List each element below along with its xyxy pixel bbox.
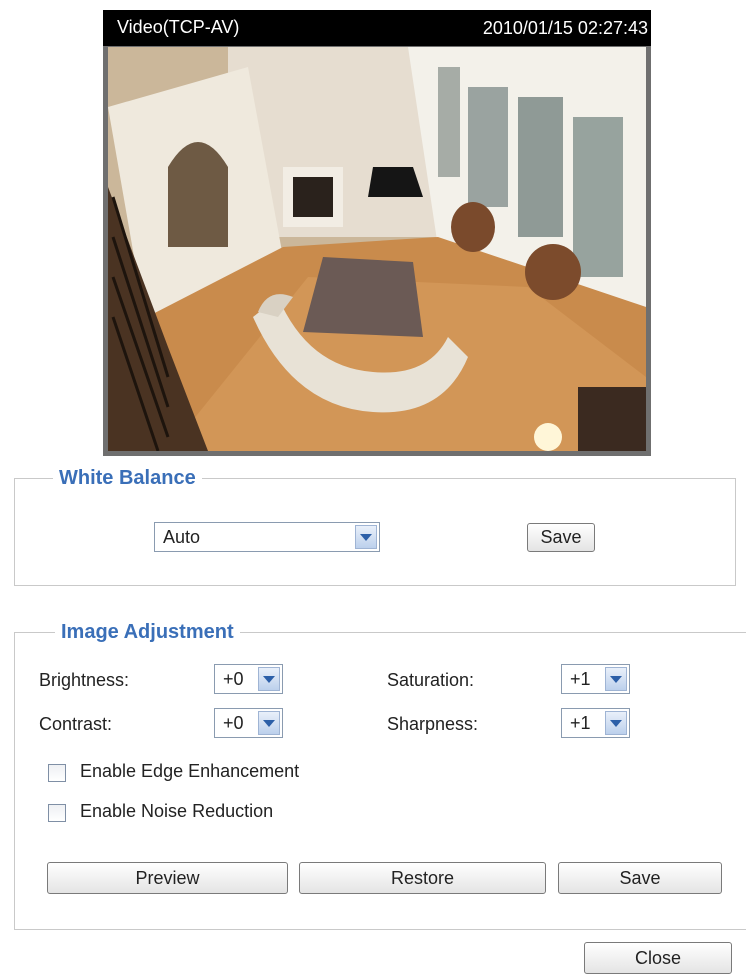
video-stream-title: Video(TCP-AV) (117, 17, 240, 37)
preview-button[interactable]: Preview (47, 862, 288, 894)
sharpness-select[interactable]: +1 (561, 708, 630, 738)
chevron-down-icon (258, 667, 280, 691)
noise-reduction-checkbox[interactable] (48, 804, 66, 822)
edge-enhancement-label: Enable Edge Enhancement (80, 761, 300, 781)
image-adjustment-save-button[interactable]: Save (558, 862, 722, 894)
contrast-select-value: +0 (223, 713, 244, 733)
video-stream-image (108, 47, 646, 451)
image-adjustment-group: Image Adjustment Brightness: +0 Saturati… (14, 621, 746, 930)
saturation-label: Saturation: (387, 670, 475, 690)
chevron-down-icon (258, 711, 280, 735)
contrast-label: Contrast: (39, 714, 113, 734)
sharpness-label: Sharpness: (387, 714, 479, 734)
saturation-select-value: +1 (570, 669, 591, 689)
close-button[interactable]: Close (584, 942, 732, 974)
contrast-select[interactable]: +0 (214, 708, 283, 738)
sharpness-select-value: +1 (570, 713, 591, 733)
chevron-down-icon (355, 525, 377, 549)
video-timestamp: 2010/01/15 02:27:43 (482, 18, 648, 38)
edge-enhancement-checkbox[interactable] (48, 764, 66, 782)
saturation-select[interactable]: +1 (561, 664, 630, 694)
white-balance-save-button[interactable]: Save (527, 523, 595, 552)
chevron-down-icon (605, 667, 627, 691)
brightness-select[interactable]: +0 (214, 664, 283, 694)
white-balance-legend: White Balance (53, 467, 202, 490)
video-panel: Video(TCP-AV) 2010/01/15 02:27:43 (103, 10, 651, 456)
brightness-label: Brightness: (39, 670, 130, 690)
brightness-select-value: +0 (223, 669, 244, 689)
white-balance-select[interactable]: Auto (154, 522, 380, 552)
chevron-down-icon (605, 711, 627, 735)
white-balance-group: White Balance Auto Save (14, 467, 736, 586)
image-adjustment-legend: Image Adjustment (55, 621, 240, 644)
white-balance-select-value: Auto (163, 527, 201, 547)
noise-reduction-label: Enable Noise Reduction (80, 801, 274, 821)
restore-button[interactable]: Restore (299, 862, 546, 894)
video-titlebar: Video(TCP-AV) 2010/01/15 02:27:43 (103, 10, 651, 46)
